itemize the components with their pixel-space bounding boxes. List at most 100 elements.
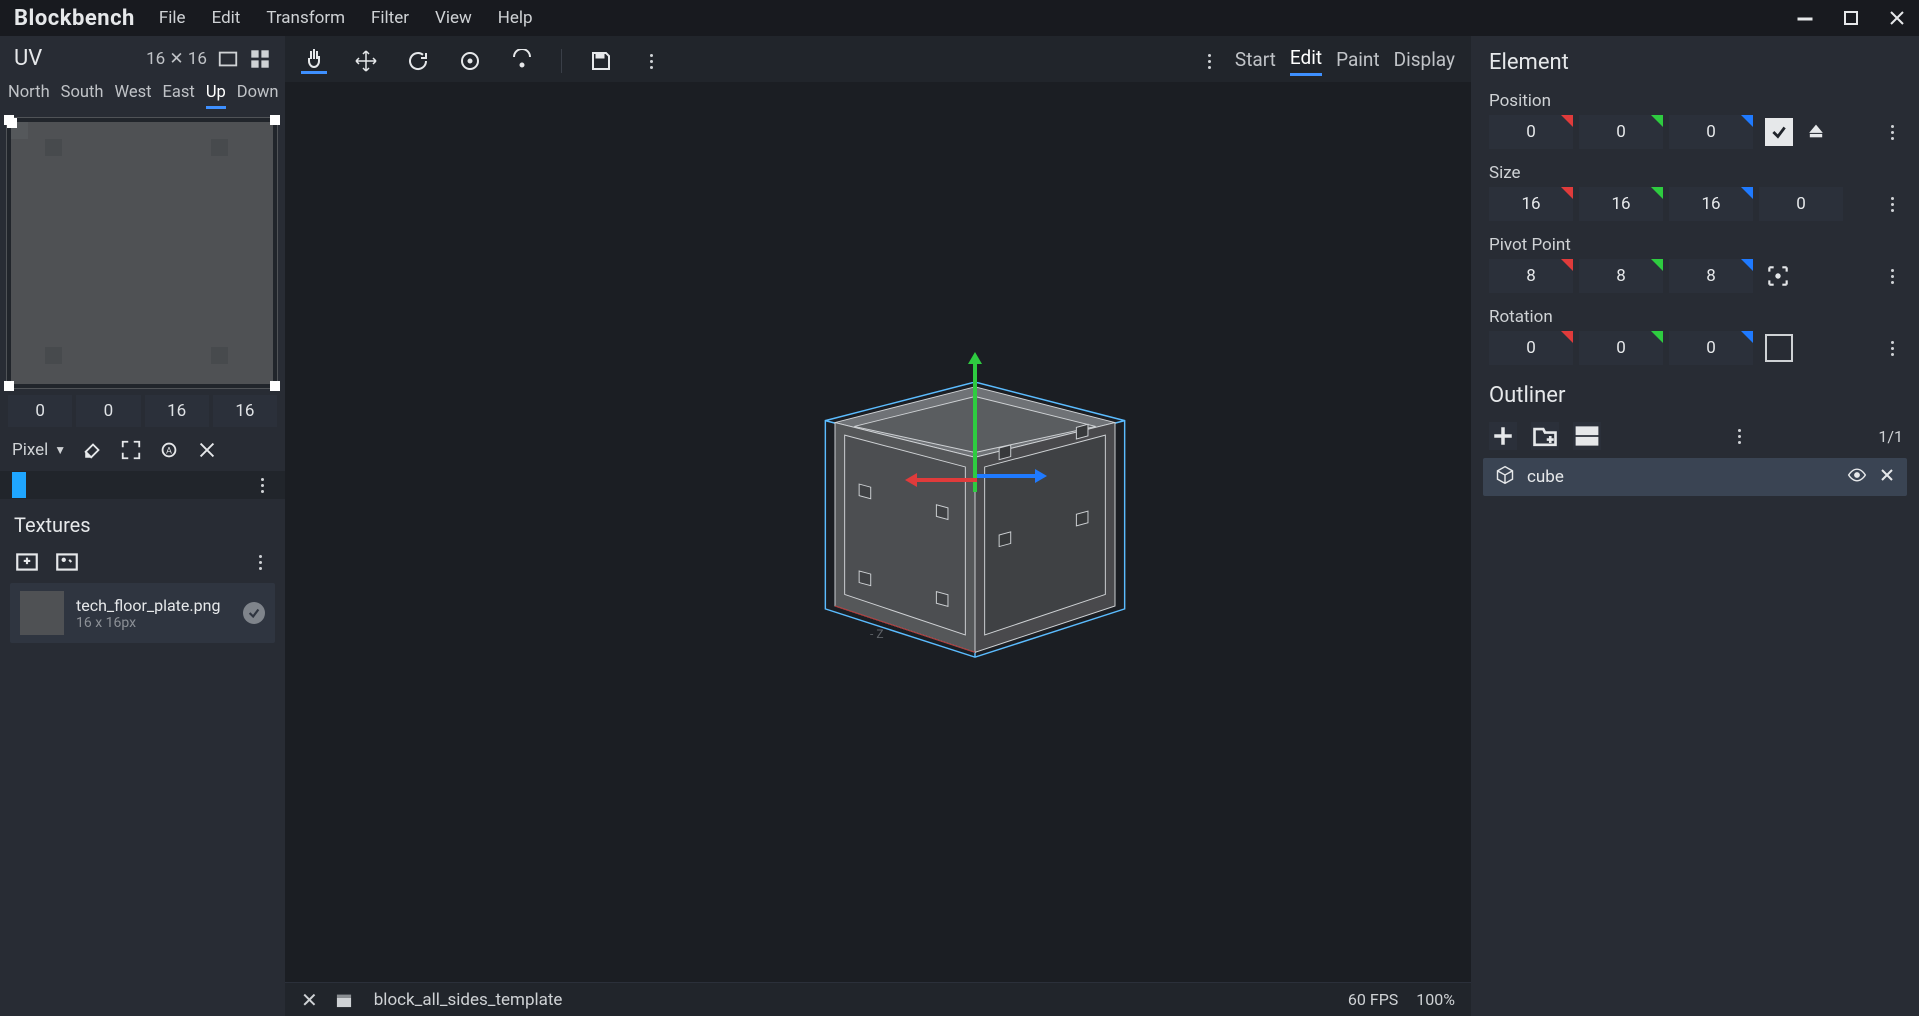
size-z-input[interactable]: 16 (1669, 187, 1753, 221)
mode-edit[interactable]: Edit (1290, 46, 1322, 76)
size-y-input[interactable]: 16 (1579, 187, 1663, 221)
mode-paint[interactable]: Paint (1336, 48, 1380, 75)
mode-more-icon[interactable] (1199, 50, 1221, 72)
save-icon[interactable] (588, 48, 614, 74)
position-more-icon[interactable] (1881, 121, 1903, 143)
fullscreen-icon[interactable] (120, 439, 142, 461)
outliner-more-icon[interactable] (1729, 425, 1751, 447)
position-y-input[interactable]: 0 (1579, 115, 1663, 149)
outliner-item-name[interactable]: cube (1527, 467, 1835, 487)
face-west[interactable]: West (114, 83, 151, 109)
texture-item[interactable]: tech_floor_plate.png 16 x 16px (10, 583, 275, 643)
uv-texture-preview (11, 122, 273, 384)
menu-edit[interactable]: Edit (212, 8, 241, 28)
outliner-count: 1/1 (1878, 427, 1903, 446)
auto-icon[interactable]: A (158, 439, 180, 461)
outliner-item[interactable]: cube (1483, 458, 1907, 496)
position-x-input[interactable]: 0 (1489, 115, 1573, 149)
color-swatch-blue[interactable] (12, 472, 26, 498)
size-x-input[interactable]: 16 (1489, 187, 1573, 221)
paint-toolbar: Pixel ▼ A (0, 429, 285, 471)
inflate-input[interactable]: 0 (1759, 187, 1843, 221)
textures-list: tech_floor_plate.png 16 x 16px (0, 583, 285, 643)
rotation-row: 0 0 0 (1471, 331, 1919, 369)
remove-item-icon[interactable] (1879, 467, 1895, 487)
position-lock-checkbox[interactable] (1765, 118, 1793, 146)
menu-file[interactable]: File (159, 8, 186, 28)
size-more-icon[interactable] (1881, 193, 1903, 215)
viewport-3d[interactable]: -Z (285, 82, 1471, 982)
mode-display[interactable]: Display (1394, 48, 1455, 75)
right-panel: Element Position 0 0 0 Size 16 16 16 0 P… (1471, 36, 1919, 1016)
center-pivot-icon[interactable] (1765, 263, 1791, 289)
menu-view[interactable]: View (435, 8, 472, 28)
rotation-x-input[interactable]: 0 (1489, 331, 1573, 365)
face-east[interactable]: East (163, 83, 195, 109)
palette-more-icon[interactable] (251, 474, 273, 496)
status-zoom: 100% (1416, 990, 1455, 1009)
face-up[interactable]: Up (206, 83, 226, 109)
uv-grid-icon[interactable] (249, 48, 271, 70)
size-row: 16 16 16 0 (1471, 187, 1919, 225)
uv-face-tabs: North South West East Up Down (0, 77, 285, 117)
menubar: File Edit Transform Filter View Help (159, 8, 533, 28)
pivot-y-input[interactable]: 8 (1579, 259, 1663, 293)
uv-fullframe-icon[interactable] (217, 48, 239, 70)
axis-label-z: -Z (870, 627, 887, 641)
pivot-x-input[interactable]: 8 (1489, 259, 1573, 293)
position-eject-icon[interactable] (1807, 121, 1825, 143)
uv-x1[interactable]: 0 (8, 395, 72, 427)
axis-z-icon (977, 474, 1037, 478)
project-name[interactable]: block_all_sides_template (374, 990, 563, 1010)
uv-x2[interactable]: 16 (145, 395, 209, 427)
minimize-button[interactable] (1797, 10, 1813, 26)
textures-toolbar (0, 545, 285, 583)
import-texture-button[interactable] (14, 549, 40, 575)
uv-y1[interactable]: 0 (76, 395, 140, 427)
vertex-snap-icon[interactable] (509, 48, 535, 74)
rotation-z-input[interactable]: 0 (1669, 331, 1753, 365)
rotation-more-icon[interactable] (1881, 337, 1903, 359)
rotation-y-input[interactable]: 0 (1579, 331, 1663, 365)
brush-mode-select[interactable]: Pixel ▼ (12, 440, 66, 460)
clear-icon[interactable] (196, 439, 218, 461)
mode-start[interactable]: Start (1235, 48, 1276, 75)
move-tool-icon[interactable] (353, 48, 379, 74)
pivot-tool-icon[interactable] (457, 48, 483, 74)
add-cube-button[interactable] (1489, 422, 1517, 450)
add-group-button[interactable] (1531, 422, 1559, 450)
uv-viewport[interactable] (6, 117, 278, 389)
axis-x-icon (915, 478, 977, 482)
cube-3d-preview: -Z (815, 382, 1135, 662)
pan-tool-icon[interactable] (301, 48, 327, 74)
axis-y-icon (973, 362, 977, 492)
uv-y2[interactable]: 16 (213, 395, 277, 427)
close-project-button[interactable]: ✕ (301, 988, 318, 1012)
pivot-more-icon[interactable] (1881, 265, 1903, 287)
texture-saved-icon (243, 602, 265, 624)
rotate-tool-icon[interactable] (405, 48, 431, 74)
face-north[interactable]: North (8, 83, 50, 109)
maximize-button[interactable] (1843, 10, 1859, 26)
face-south[interactable]: South (61, 83, 104, 109)
menu-transform[interactable]: Transform (266, 8, 345, 28)
textures-more-icon[interactable] (249, 551, 271, 573)
create-texture-button[interactable] (54, 549, 80, 575)
position-z-input[interactable]: 0 (1669, 115, 1753, 149)
visibility-toggle-icon[interactable] (1847, 465, 1867, 489)
close-button[interactable] (1889, 10, 1905, 26)
uv-grid-size[interactable]: 16 ✕ 16 (146, 49, 207, 69)
pivot-z-input[interactable]: 8 (1669, 259, 1753, 293)
face-down[interactable]: Down (237, 83, 279, 109)
rotation-rescale-checkbox[interactable] (1765, 334, 1793, 362)
color-palette-row (0, 471, 285, 499)
menu-help[interactable]: Help (498, 8, 533, 28)
size-label: Size (1471, 153, 1919, 187)
menu-filter[interactable]: Filter (371, 8, 409, 28)
toolbar-more-icon[interactable] (640, 50, 662, 72)
svg-text:A: A (166, 447, 172, 457)
position-row: 0 0 0 (1471, 115, 1919, 153)
fill-tool-icon[interactable] (82, 439, 104, 461)
toggle-outliner-button[interactable] (1573, 422, 1601, 450)
app-logo: Blockbench (14, 6, 135, 31)
